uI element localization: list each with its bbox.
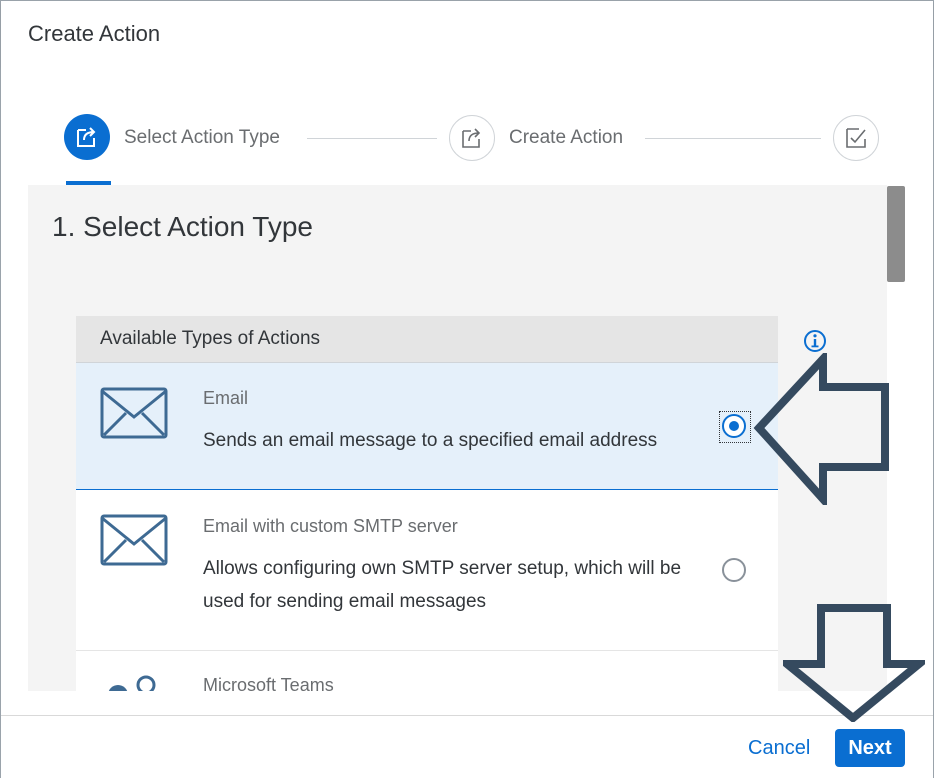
radio-email-smtp[interactable] bbox=[722, 558, 746, 582]
arrow-down-annotation-icon bbox=[783, 604, 925, 722]
list-item-email[interactable]: Email Sends an email message to a specif… bbox=[76, 363, 778, 490]
step-connector bbox=[307, 138, 437, 139]
list-item-teams[interactable]: Microsoft Teams bbox=[76, 651, 778, 691]
list-header-label: Available Types of Actions bbox=[100, 328, 321, 349]
row-title: Email with custom SMTP server bbox=[203, 516, 458, 536]
export-icon bbox=[77, 127, 96, 147]
next-button[interactable]: Next bbox=[835, 729, 905, 767]
teams-icon bbox=[108, 675, 156, 691]
scrollbar-thumb[interactable] bbox=[887, 186, 905, 282]
step-2-button[interactable] bbox=[449, 115, 495, 161]
step-connector bbox=[645, 138, 821, 139]
info-icon[interactable] bbox=[803, 329, 827, 353]
step-1-label: Select Action Type bbox=[124, 127, 280, 148]
dialog-title: Create Action bbox=[28, 21, 161, 46]
row-title: Email bbox=[203, 388, 249, 408]
step-3-button[interactable] bbox=[833, 115, 879, 161]
checkbox-check-icon bbox=[846, 128, 866, 148]
row-description: Sends an email message to a specified em… bbox=[203, 430, 658, 451]
list-header: Available Types of Actions bbox=[76, 316, 778, 363]
radio-email[interactable] bbox=[722, 414, 746, 438]
list-item-email-smtp[interactable]: Email with custom SMTP server Allows con… bbox=[76, 490, 778, 651]
row-title: Microsoft Teams bbox=[203, 675, 334, 691]
action-types-list: Available Types of Actions Email Sends a… bbox=[76, 316, 778, 691]
create-action-dialog: Create Action Select Action Type Create … bbox=[0, 0, 934, 778]
envelope-icon bbox=[100, 514, 168, 566]
section-title: 1. Select Action Type bbox=[52, 211, 313, 242]
wizard-progress-bar: Select Action Type Create Action bbox=[1, 67, 933, 185]
row-description: Allows configuring own SMTP server setup… bbox=[203, 558, 682, 612]
envelope-icon bbox=[100, 387, 168, 439]
step-1-button[interactable] bbox=[64, 114, 110, 160]
dialog-footer: Cancel Next bbox=[1, 715, 933, 778]
dialog-header: Create Action bbox=[1, 1, 933, 68]
cancel-button[interactable]: Cancel bbox=[738, 730, 820, 766]
arrow-left-annotation-icon bbox=[753, 353, 889, 505]
export-icon bbox=[462, 128, 481, 148]
step-2-label: Create Action bbox=[509, 127, 624, 148]
